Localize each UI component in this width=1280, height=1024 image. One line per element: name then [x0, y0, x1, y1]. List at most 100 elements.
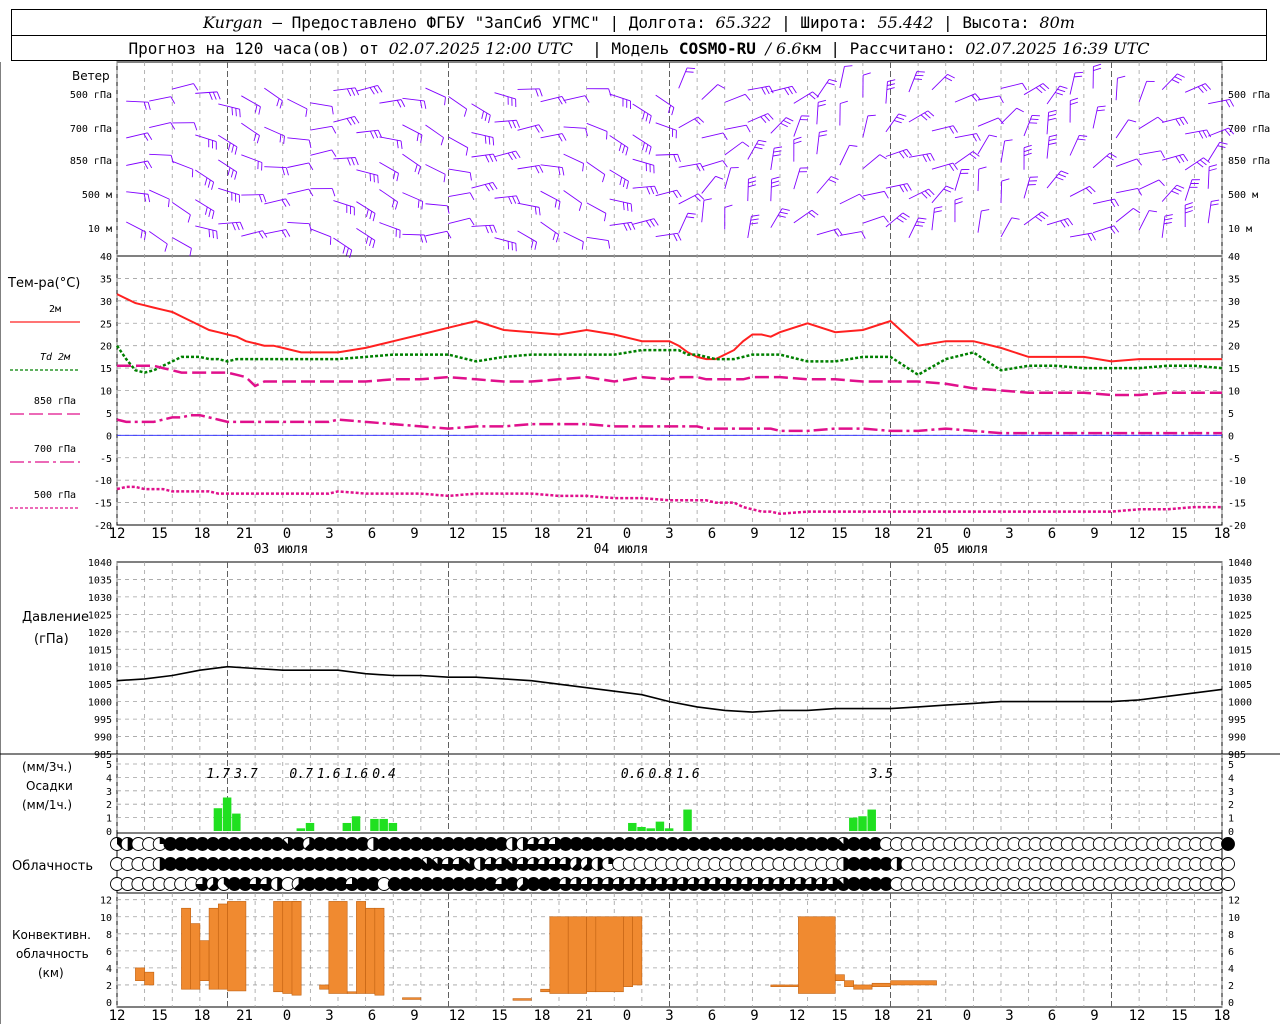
wind-barb-feather — [771, 180, 780, 184]
wind-barb-feather — [511, 151, 517, 160]
wind-barb-feather — [648, 146, 652, 155]
wind-barb-feather — [1074, 71, 1084, 74]
pressure-ytick-right: 1015 — [1228, 645, 1252, 656]
wind-barb-feather — [369, 211, 373, 220]
wind-barb-feather — [619, 177, 623, 186]
time-tick-label-top: 3 — [665, 526, 673, 542]
conv-ytick-left: 10 — [100, 913, 112, 924]
precip-ytick-right: 4 — [1228, 773, 1234, 784]
wind-barb-feather — [444, 97, 446, 106]
wind-barb — [1162, 153, 1184, 161]
wind-barb-feather — [207, 179, 211, 188]
precip-ytick-right: 0 — [1228, 827, 1234, 838]
wind-barb-feather — [170, 96, 176, 104]
wind-barb-feather — [924, 112, 931, 119]
wind-barb — [310, 149, 332, 156]
time-tick-label-top: 15 — [831, 526, 848, 542]
wind-level-label-right: 500 гПа — [1228, 90, 1270, 101]
precip-bar — [664, 828, 674, 831]
wind-barb-feather — [602, 174, 606, 183]
wind-barb — [586, 161, 605, 175]
convective-cloud-bar — [595, 916, 624, 993]
wind-barb-feather — [1114, 198, 1120, 207]
wind-barb-feather — [373, 130, 379, 139]
pressure-ytick-left: 995 — [94, 715, 112, 726]
wind-barb-feather — [394, 201, 399, 210]
convective-cloud-bar — [632, 916, 643, 986]
wind-barb-feather — [618, 143, 622, 152]
wind-barb — [448, 192, 471, 198]
wind-barb-feather — [140, 230, 143, 239]
wind-barb-feather — [538, 165, 544, 173]
wind-barb — [793, 209, 813, 224]
pressure-ytick-right: 1005 — [1228, 680, 1252, 691]
wind-level-label-left: 500 м — [82, 190, 112, 201]
wind-barb-feather — [147, 132, 153, 140]
wind-barb-feather — [898, 151, 905, 159]
precip-bar — [849, 817, 858, 831]
temp-ytick-left: 20 — [100, 342, 112, 353]
wind-barb-feather — [538, 124, 544, 132]
wind-barb — [149, 153, 172, 156]
wind-barb-feather — [653, 218, 659, 226]
wind-barb-feather — [516, 120, 520, 128]
wind-barb-feather — [654, 186, 659, 194]
conv-ytick-left: 4 — [106, 964, 112, 975]
wind-barb-feather — [227, 167, 231, 176]
precip-bar — [867, 809, 876, 831]
wind-barb — [494, 92, 516, 100]
wind-barb-feather — [400, 99, 406, 107]
time-tick-label-top: 21 — [236, 526, 253, 542]
precip-3h-total: 0.4 — [372, 767, 395, 782]
wind-barb-feather — [761, 87, 766, 95]
wind-barb — [954, 151, 974, 165]
wind-barb — [1046, 136, 1050, 159]
wind-barb-feather — [648, 115, 652, 124]
date-label: 05 июля — [934, 542, 989, 557]
conv-ytick-left: 8 — [106, 930, 112, 941]
wind-barb-feather — [1198, 131, 1204, 139]
wind-barb-feather — [844, 65, 853, 67]
time-tick-label-top: 18 — [194, 526, 211, 542]
wind-barb-feather — [787, 86, 793, 95]
wind-barb-feather — [879, 154, 887, 160]
time-tick-label-bottom: 3 — [325, 1008, 333, 1024]
convective-cloud-bar — [273, 901, 284, 993]
wind-barb-feather — [1164, 214, 1173, 217]
wind-barb-feather — [281, 167, 285, 176]
wind-barb-feather — [793, 136, 802, 141]
conv-ytick-left: 12 — [100, 896, 112, 907]
temp-ytick-left: 35 — [100, 274, 112, 285]
wind-barb-feather — [902, 150, 909, 158]
wind-barb — [1116, 187, 1138, 194]
wind-barb-feather — [947, 73, 955, 79]
wind-barb-feather — [1021, 82, 1027, 91]
wind-barb — [1023, 83, 1044, 96]
time-tick-label-top: 18 — [874, 526, 891, 542]
wind-barb-feather — [1077, 138, 1086, 141]
wind-barb — [517, 202, 540, 208]
precip-3h-total: 3.5 — [869, 767, 894, 782]
wind-barb — [931, 208, 935, 231]
wind-barb-feather — [817, 103, 826, 107]
time-tick-label-top: 0 — [963, 526, 971, 542]
convective-cloud-bar — [890, 980, 937, 986]
wind-barb-feather — [369, 87, 375, 95]
wind-barb-feather — [400, 140, 403, 149]
wind-barb-feather — [883, 215, 889, 223]
wind-barb-feather — [1177, 73, 1185, 78]
precip-bar — [232, 813, 241, 831]
wind-barb-feather — [377, 130, 383, 138]
conv-ytick-left: 0 — [106, 998, 112, 1009]
cloud-okta-circle — [1221, 877, 1235, 891]
wind-barb-feather — [230, 169, 234, 178]
wind-barb — [379, 161, 399, 174]
wind-barb-feather — [1179, 117, 1185, 125]
wind-barb-feather — [1041, 211, 1049, 217]
wind-barb — [1023, 177, 1031, 199]
pressure-ytick-right: 1010 — [1228, 663, 1252, 674]
wind-barb-feather — [745, 124, 751, 133]
wind-barb-feather — [469, 172, 472, 181]
wind-barb-feather — [954, 201, 963, 205]
wind-barb-feather — [258, 194, 263, 203]
